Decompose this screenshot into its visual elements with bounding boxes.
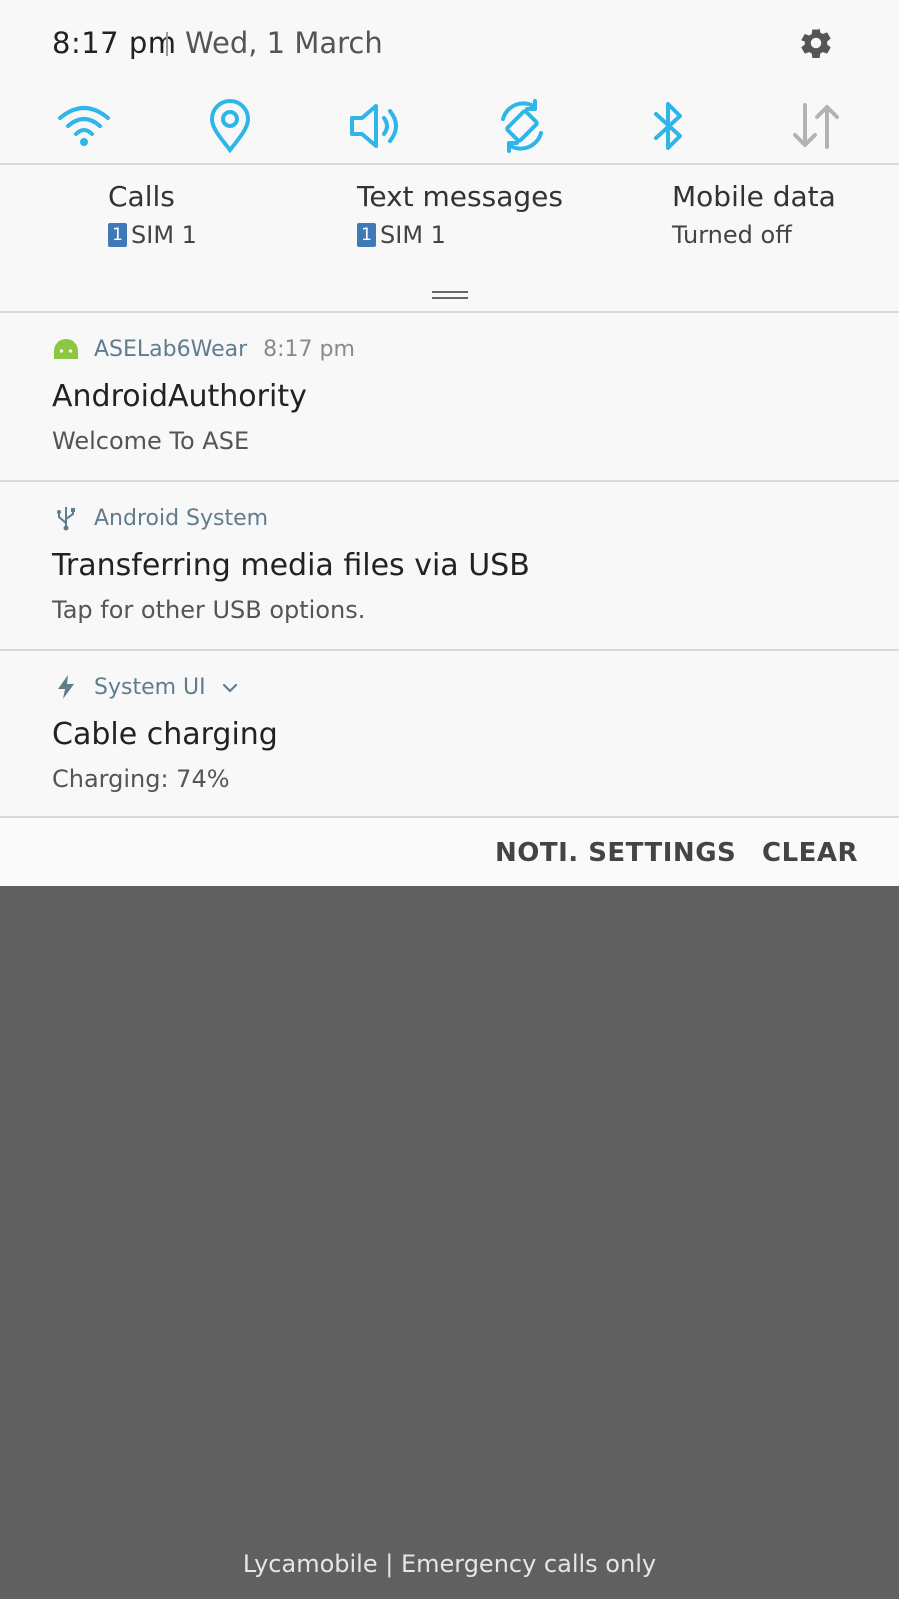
sim-badge: 1 <box>357 223 376 247</box>
notification-title: Cable charging <box>52 717 278 752</box>
notification-title: Transferring media files via USB <box>52 548 530 583</box>
notification-system-ui[interactable]: System UI Cable charging Charging: 74% <box>0 651 899 819</box>
notification-android-system[interactable]: Android System Transferring media files … <box>0 482 899 650</box>
notification-panel: 8:17 pm Wed, 1 March Calls 1 SIM 1 Text … <box>0 0 899 886</box>
drag-handle[interactable] <box>432 291 468 293</box>
sim-badge: 1 <box>108 223 127 247</box>
clear-button[interactable]: CLEAR <box>762 838 858 868</box>
drag-handle-line <box>432 297 468 299</box>
sim-text-title: Text messages <box>357 180 563 213</box>
notification-actions: NOTI. SETTINGS CLEAR <box>0 818 899 886</box>
notification-text: Charging: 74% <box>52 765 230 793</box>
notification-aselab6wear[interactable]: ASELab6Wear 8:17 pm AndroidAuthority Wel… <box>0 313 899 481</box>
charging-icon <box>52 673 80 701</box>
notification-text: Welcome To ASE <box>52 427 250 455</box>
notification-time: 8:17 pm <box>263 336 355 362</box>
sim-data-title: Mobile data <box>672 180 836 213</box>
carrier-label: Lycamobile | Emergency calls only <box>242 1550 657 1578</box>
bluetooth-icon[interactable] <box>638 96 698 156</box>
notification-app-name: Android System <box>94 505 269 531</box>
android-icon <box>52 335 80 363</box>
date: Wed, 1 March <box>185 26 383 60</box>
noti-settings-button[interactable]: NOTI. SETTINGS <box>495 838 736 868</box>
clock: 8:17 pm <box>52 26 177 60</box>
sim-calls-value: SIM 1 <box>131 221 197 249</box>
sim-data-value: Turned off <box>672 221 792 249</box>
chevron-down-icon[interactable] <box>222 675 238 700</box>
auto-rotate-icon[interactable] <box>492 96 552 156</box>
sim-text-value: SIM 1 <box>380 221 446 249</box>
sim-calls[interactable]: Calls 1 SIM 1 <box>108 180 197 249</box>
mobile-data-icon[interactable] <box>786 96 846 156</box>
notification-app-name: System UI <box>94 674 206 700</box>
notification-app-name: ASELab6Wear <box>94 336 248 362</box>
sim-text-messages[interactable]: Text messages 1 SIM 1 <box>357 180 563 249</box>
sim-calls-title: Calls <box>108 180 175 213</box>
notification-title: AndroidAuthority <box>52 379 307 414</box>
status-separator <box>166 32 168 56</box>
wifi-icon[interactable] <box>54 96 114 156</box>
location-icon[interactable] <box>200 96 260 156</box>
notification-text: Tap for other USB options. <box>52 596 366 624</box>
gear-icon[interactable] <box>798 25 834 61</box>
sim-mobile-data[interactable]: Mobile data Turned off <box>672 180 836 249</box>
quick-settings-row <box>0 88 899 164</box>
usb-icon <box>52 504 80 532</box>
divider <box>0 163 899 165</box>
sound-icon[interactable] <box>346 96 406 156</box>
status-row: 8:17 pm Wed, 1 March <box>0 0 899 88</box>
